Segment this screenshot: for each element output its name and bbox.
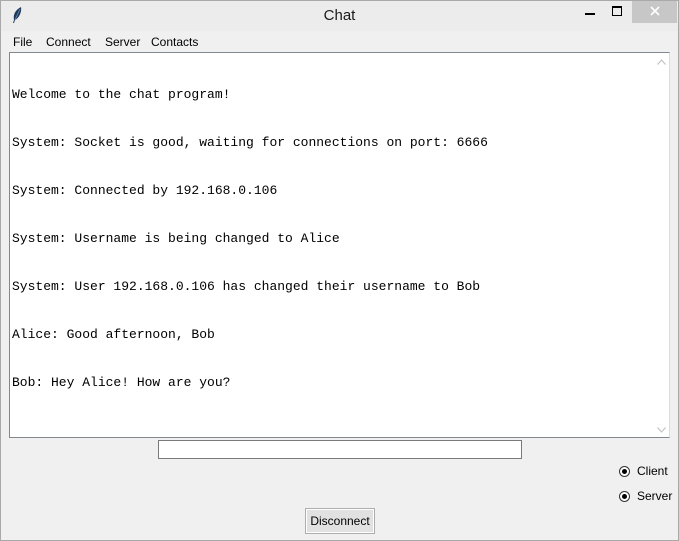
chat-lines: Welcome to the chat program! System: Soc… [12, 55, 488, 423]
disconnect-button[interactable]: Disconnect [305, 508, 375, 534]
menu-connect[interactable]: Connect [46, 35, 91, 49]
chat-line: System: Username is being changed to Ali… [12, 231, 340, 246]
maximize-button[interactable] [604, 1, 630, 23]
radio-selected-dot [622, 493, 627, 499]
close-icon [649, 3, 660, 21]
title-bar[interactable]: Chat [1, 1, 678, 31]
radio-selected-dot [622, 468, 627, 474]
maximize-icon [612, 3, 622, 21]
menu-server[interactable]: Server [105, 35, 140, 49]
close-button[interactable] [632, 1, 677, 23]
scroll-up-button[interactable] [654, 53, 669, 69]
radio-client[interactable]: Client [619, 463, 668, 479]
chat-line: Welcome to the chat program! [12, 87, 231, 102]
chevron-down-icon [657, 420, 666, 438]
message-input[interactable] [158, 440, 522, 459]
chat-scrollbar[interactable] [654, 52, 670, 438]
scroll-down-button[interactable] [654, 421, 669, 437]
chat-line: System: User 192.168.0.106 has changed t… [12, 279, 481, 294]
minimize-icon [585, 3, 595, 21]
radio-server-button[interactable] [619, 490, 630, 502]
chat-line: System: Socket is good, waiting for conn… [12, 135, 488, 150]
chevron-up-icon [657, 52, 666, 70]
radio-client-label: Client [637, 464, 668, 478]
menu-contacts[interactable]: Contacts [151, 35, 198, 49]
chat-log[interactable]: Welcome to the chat program! System: Soc… [9, 52, 655, 438]
radio-client-button[interactable] [619, 465, 630, 477]
minimize-button[interactable] [577, 1, 603, 23]
menu-file[interactable]: File [13, 35, 32, 49]
chat-line: System: Connected by 192.168.0.106 [12, 183, 278, 198]
radio-server[interactable]: Server [619, 488, 672, 504]
chat-line: Alice: Good afternoon, Bob [12, 327, 215, 342]
menu-bar: File Connect Server Contacts [1, 32, 678, 51]
chat-line: Bob: Hey Alice! How are you? [12, 375, 231, 390]
chat-window: Chat File Connect Server Contacts Welcom… [0, 0, 679, 541]
radio-server-label: Server [637, 489, 673, 503]
